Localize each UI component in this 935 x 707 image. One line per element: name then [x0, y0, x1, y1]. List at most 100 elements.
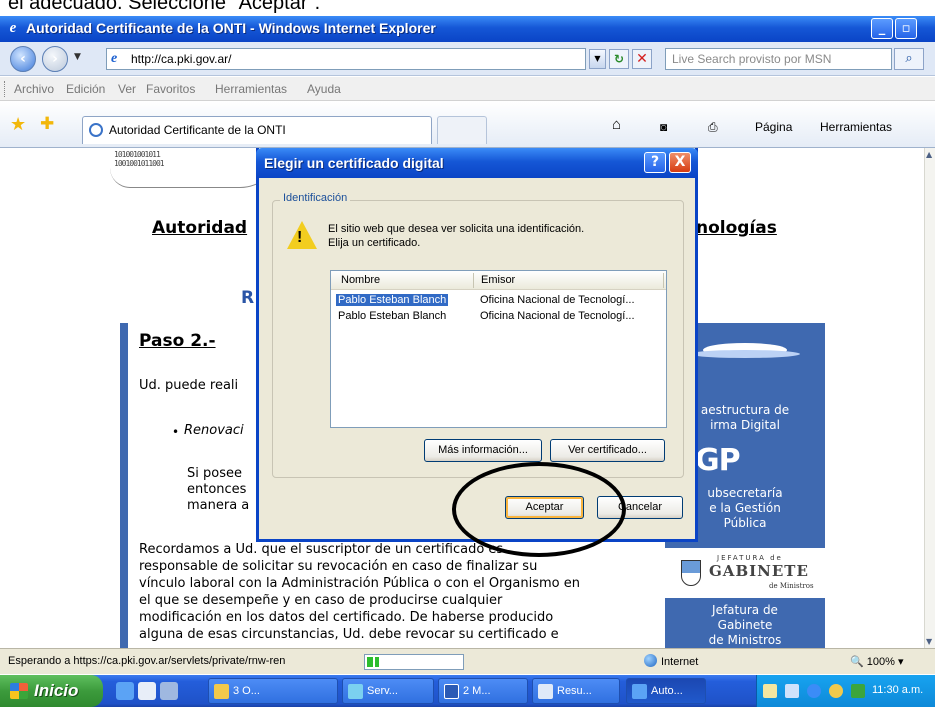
maximize-button[interactable]: ▫ [895, 18, 917, 39]
toolbar-grip [4, 81, 6, 97]
reminder-line: alguna de esas circunstancias, Ud. debe … [139, 627, 559, 642]
page-heading-right: nologías [696, 218, 777, 238]
language-tray-icon[interactable] [785, 684, 799, 698]
taskbar-button-resu[interactable]: Resu... [532, 678, 620, 704]
gabinete-ministros-text: de Ministros [769, 582, 814, 590]
clock: 11:30 a.m. [872, 684, 924, 696]
jefatura-line-3[interactable]: de Ministros [665, 633, 825, 647]
dialog-help-button[interactable]: ? [644, 152, 666, 173]
menu-archivo[interactable]: Archivo [14, 82, 54, 96]
network-tray-icon[interactable] [851, 684, 865, 698]
sgp-logo[interactable]: GP [695, 443, 741, 478]
jefatura-line-1[interactable]: Jefatura de [665, 603, 825, 617]
tab-label: Autoridad Certificante de la ONTI [109, 123, 286, 137]
address-dropdown-button[interactable]: ▼ [589, 49, 606, 69]
ie-quicklaunch-icon[interactable] [116, 682, 134, 700]
certificate-row[interactable]: Pablo Esteban Blanch Oficina Nacional de… [333, 293, 664, 308]
cert-issuer: Oficina Nacional de Tecnologí... [480, 294, 635, 306]
taskbar-button-word[interactable]: 2 M... [438, 678, 528, 704]
start-label: Inicio [34, 681, 79, 700]
tools-menu[interactable]: Herramientas [820, 120, 892, 134]
message-line-1: El sitio web que desea ver solicita una … [328, 223, 585, 235]
info-line-2: entonces [187, 482, 247, 497]
task-label: 2 M... [463, 685, 491, 697]
minimize-button[interactable]: _ [871, 18, 893, 39]
dialog-close-button[interactable]: X [669, 152, 691, 173]
zone-label: Internet [661, 656, 699, 668]
taskbar-button-serv[interactable]: Serv... [342, 678, 434, 704]
scroll-up-icon[interactable]: ▲ [926, 150, 932, 159]
menu-favoritos[interactable]: Favoritos [146, 82, 195, 96]
menu-ver[interactable]: Ver [118, 82, 136, 96]
progress-bar [364, 654, 464, 670]
taskbar: Inicio 3 O... Serv... 2 M... Resu... Aut… [0, 675, 935, 707]
reminder-paragraph: Recordamos a Ud. que el suscriptor de un… [139, 541, 659, 643]
reminder-line: modificación en los datos del certificad… [139, 610, 554, 625]
bullet: • [172, 425, 180, 439]
menu-ayuda[interactable]: Ayuda [307, 82, 341, 96]
certificate-row[interactable]: Pablo Esteban Blanch Oficina Nacional de… [333, 309, 664, 324]
scroll-down-icon[interactable]: ▼ [926, 637, 932, 646]
tab-onti[interactable]: Autoridad Certificante de la ONTI [82, 116, 432, 144]
history-dropdown-icon[interactable]: ▼ [74, 52, 81, 62]
vertical-scrollbar[interactable]: ▲ ▼ [924, 148, 935, 648]
task-label: Serv... [367, 685, 398, 697]
progress-fill [367, 657, 379, 667]
jefatura-line-2[interactable]: Gabinete [665, 618, 825, 632]
tab-bar: ★ ✚ Autoridad Certificante de la ONTI ⌂ … [0, 102, 935, 148]
highlight-circle-annotation [452, 462, 626, 557]
new-tab-button[interactable] [437, 116, 487, 144]
column-separator[interactable] [473, 273, 474, 288]
refresh-button[interactable]: ↻ [609, 49, 629, 69]
back-tray-icon[interactable] [807, 684, 821, 698]
start-button[interactable]: Inicio [0, 675, 103, 707]
menu-herramientas[interactable]: Herramientas [215, 82, 287, 96]
search-placeholder: Live Search provisto por MSN [672, 52, 832, 66]
stop-button[interactable]: ✕ [632, 49, 652, 69]
column-nombre[interactable]: Nombre [341, 274, 380, 286]
step-text: Ud. puede reali [139, 378, 239, 393]
status-text: Esperando a https://ca.pki.gov.ar/servle… [8, 655, 286, 667]
security-zone: Internet [644, 654, 698, 668]
warning-mark: ! [297, 229, 303, 246]
renovacion-text: Renovaci [184, 423, 244, 438]
taskbar-button-ie[interactable]: Auto... [626, 678, 706, 704]
messenger-tray-icon[interactable] [829, 684, 843, 698]
reminder-line: responsable de solicitar su revocación e… [139, 559, 538, 574]
notepad-quicklaunch-icon[interactable] [138, 682, 156, 700]
dialog-title: Elegir un certificado digital [264, 155, 444, 171]
back-button[interactable]: ‹ [10, 46, 36, 72]
favorites-star-icon[interactable]: ★ [10, 114, 26, 135]
info-line-3: manera a [187, 498, 250, 513]
zoom-level[interactable]: 🔍 100% ▾ [850, 655, 903, 668]
group-label: Identificación [280, 192, 351, 204]
taskbar-button-outlook[interactable]: 3 O... [208, 678, 338, 704]
column-emisor[interactable]: Emisor [481, 274, 515, 286]
page-menu[interactable]: Página [755, 120, 792, 134]
status-bar: Esperando a https://ca.pki.gov.ar/servle… [0, 648, 935, 674]
feeds-icon[interactable]: ◙ [660, 120, 667, 134]
onti-logo: 101001001011 1001001011001 [110, 148, 280, 188]
gabinete-logo[interactable]: JEFATURA de GABINETE de Ministros [665, 548, 825, 598]
help-tray-icon[interactable] [763, 684, 777, 698]
more-info-button[interactable]: Más información... [424, 439, 542, 462]
search-input[interactable]: Live Search provisto por MSN [665, 48, 892, 70]
view-certificate-button[interactable]: Ver certificado... [550, 439, 665, 462]
menu-edicion[interactable]: Edición [66, 82, 105, 96]
word-icon [444, 684, 459, 699]
task-label: 3 O... [233, 685, 260, 697]
globe-icon [644, 654, 657, 667]
certificate-list[interactable]: Nombre Emisor Pablo Esteban Blanch Ofici… [330, 270, 667, 428]
column-separator[interactable] [663, 273, 664, 288]
task-label: Auto... [651, 685, 683, 697]
search-icon[interactable]: ⌕ [894, 48, 924, 70]
forward-button[interactable]: › [42, 46, 68, 72]
home-icon[interactable]: ⌂ [612, 116, 621, 133]
dialog-titlebar: Elegir un certificado digital [256, 148, 698, 178]
gabinete-top-text: JEFATURA de [717, 554, 783, 562]
browser-quicklaunch-icon[interactable] [160, 682, 178, 700]
print-icon[interactable]: ⎙ [708, 120, 718, 135]
add-favorites-icon[interactable]: ✚ [40, 114, 54, 134]
argentina-shield-icon [681, 560, 701, 586]
address-field[interactable]: e http://ca.pki.gov.ar/ [106, 48, 586, 70]
